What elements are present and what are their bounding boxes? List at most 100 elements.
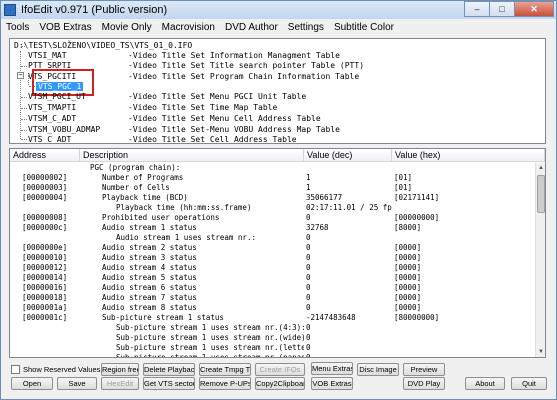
show-reserved-checkbox[interactable] <box>11 365 20 374</box>
cell-description: PGC (program chain): <box>90 163 181 172</box>
copy2clipboard-button[interactable]: Copy2Clipboard <box>255 377 305 390</box>
cell-value-dec: 0 <box>306 303 311 312</box>
cell-address: [00000014] <box>22 273 68 282</box>
menu-subtitle-color[interactable]: Subtitle Color <box>329 22 399 33</box>
table-row[interactable]: [0000001a] Audio stream 8 status 0 [0000] <box>10 303 536 313</box>
column-header-address[interactable]: Address <box>10 149 80 162</box>
cell-description: Audio stream 7 status <box>102 293 197 302</box>
table-row[interactable]: [00000012] Audio stream 4 status 0 [0000] <box>10 263 536 273</box>
tree-connector <box>21 119 27 120</box>
cell-description: Audio stream 8 status <box>102 303 197 312</box>
details-grid[interactable]: Address Description Value (dec) Value (h… <box>9 148 546 358</box>
table-row[interactable]: PGC (program chain): <box>10 163 536 173</box>
show-reserved-option[interactable]: Show Reserved Values <box>11 365 100 374</box>
cell-value-hex: [01] <box>394 183 413 192</box>
menu-settings[interactable]: Settings <box>283 22 329 33</box>
quit-button[interactable]: Quit <box>511 377 547 390</box>
tree-node-desc: -Video Title Set Program Chain Informati… <box>128 72 360 81</box>
table-row[interactable]: [00000010] Audio stream 3 status 0 [0000] <box>10 253 536 263</box>
table-row[interactable]: Sub-picture stream 1 uses stream nr.(pan… <box>10 353 536 357</box>
cell-description: Audio stream 5 status <box>102 273 197 282</box>
table-row[interactable]: [0000000c] Audio stream 1 status 32768 [800… <box>10 223 536 233</box>
cell-value-dec: 02:17:11.01 / 25 fps <box>306 203 392 212</box>
maximize-button[interactable]: □ <box>489 1 515 17</box>
hexedit-button[interactable]: HexEdit <box>101 377 139 390</box>
cell-value-dec: 32768 <box>306 223 329 232</box>
cell-description: Sub-picture stream 1 uses stream nr.(wid… <box>116 333 304 342</box>
ifo-tree[interactable]: D:\TEST\SLOŽENO\VIDEO_TS\VTS_01_0.IFO VT… <box>9 38 546 144</box>
vob-extras-button[interactable]: VOB Extras <box>311 377 353 390</box>
table-row[interactable]: [00000002] Number of Programs 1 [01] <box>10 173 536 183</box>
table-row[interactable]: Playback time (hh:mm:ss.frame) 02:17:11.0… <box>10 203 536 213</box>
grid-rows: PGC (program chain): [00000002] Number of … <box>10 163 536 357</box>
menu-macrovision[interactable]: Macrovision <box>157 22 220 33</box>
cell-address: [00000003] <box>22 183 68 192</box>
table-row[interactable]: [00000018] Audio stream 7 status 0 [0000] <box>10 293 536 303</box>
scroll-up-icon[interactable]: ▲ <box>536 163 545 173</box>
title-bar[interactable]: IfoEdit v0.971 (Public version) – □ ✕ <box>1 1 556 19</box>
cell-value-hex: [0000] <box>394 243 422 252</box>
save-button[interactable]: Save <box>57 377 97 390</box>
preview-button[interactable]: Preview <box>403 363 445 376</box>
cell-value-hex: [80000000] <box>394 313 440 322</box>
cell-address: [00000018] <box>22 293 68 302</box>
tree-node-desc: -Video Title Set Menu PGCI Unit Table <box>128 92 307 101</box>
column-header-description[interactable]: Description <box>80 149 304 162</box>
table-row[interactable]: Sub-picture stream 1 uses stream nr.(wid… <box>10 333 536 343</box>
create-ifos-button[interactable]: Create IFOs <box>255 363 305 376</box>
table-row[interactable]: [00000004] Playback time (BCD) 35066177 [02… <box>10 193 536 203</box>
tree-connector <box>21 139 27 140</box>
tree-node-vts-pgciti[interactable]: VTS_PGCITI -Video Title Set Program Chai… <box>28 71 545 82</box>
cell-description: Playback time (BCD) <box>102 193 188 202</box>
table-row[interactable]: [0000000e] Audio stream 2 status 0 [0000] <box>10 243 536 253</box>
menu-movie-only[interactable]: Movie Only <box>97 22 157 33</box>
remove-pups-button[interactable]: Remove P-UPs <box>199 377 251 390</box>
table-row[interactable]: Audio stream 1 uses stream nr.: 0 <box>10 233 536 243</box>
tree-node-label: VTS_C_ADT <box>28 135 72 144</box>
tree-node-vtsm-c-adt[interactable]: VTSM_C_ADT -Video Title Set Menu Cell Ad… <box>28 113 545 124</box>
tree-connector <box>21 108 27 109</box>
cell-address: [00000002] <box>22 173 68 182</box>
collapse-icon[interactable]: − <box>17 72 24 79</box>
cell-address: [00000008] <box>22 213 68 222</box>
scroll-down-icon[interactable]: ▼ <box>536 347 545 357</box>
tree-node-vtsm-pgci-ut[interactable]: VTSM_PGCI_UT -Video Title Set Menu PGCI … <box>28 91 545 102</box>
create-tmpg-button[interactable]: Create Tmpg T. <box>199 363 251 376</box>
cell-description: Sub-picture stream 1 uses stream nr.(let… <box>116 343 304 352</box>
about-button[interactable]: About <box>465 377 505 390</box>
menu-extras-button[interactable]: Menu Extras <box>311 362 353 375</box>
cell-address: [00000016] <box>22 283 68 292</box>
table-row[interactable]: [00000003] Number of Cells 1 [01] <box>10 183 536 193</box>
close-button[interactable]: ✕ <box>514 1 554 17</box>
disc-image-button[interactable]: Disc Image <box>357 363 399 376</box>
dvd-play-button[interactable]: DVD Play <box>403 377 445 390</box>
scroll-thumb[interactable] <box>537 175 545 213</box>
cell-description: Number of Cells <box>102 183 170 192</box>
region-free-button[interactable]: Region free <box>101 363 139 376</box>
minimize-button[interactable]: – <box>464 1 490 17</box>
vertical-scrollbar[interactable]: ▲ ▼ <box>535 163 545 357</box>
table-row[interactable]: [00000016] Audio stream 6 status 0 [0000] <box>10 283 536 293</box>
cell-value-dec: 0 <box>306 233 311 242</box>
tree-node-vts-c-adt[interactable]: VTS_C_ADT -Video Title Set Cell Address … <box>28 134 545 144</box>
column-header-value-hex[interactable]: Value (hex) <box>392 149 545 162</box>
menu-dvd-author[interactable]: DVD Author <box>220 22 283 33</box>
get-vts-sectors-button[interactable]: Get VTS sectors <box>143 377 195 390</box>
cell-value-hex: [0000] <box>394 263 422 272</box>
cell-value-dec: 0 <box>306 243 311 252</box>
column-header-value-dec[interactable]: Value (dec) <box>304 149 392 162</box>
cell-value-dec: 1 <box>306 173 311 182</box>
tree-node-desc: -Video Title Set Time Map Table <box>128 103 278 112</box>
table-row[interactable]: [00000008] Prohibited user operations 0 [00… <box>10 213 536 223</box>
table-row[interactable]: Sub-picture stream 1 uses stream nr.(4:3… <box>10 323 536 333</box>
tree-node-ptt-srpti[interactable]: PTT_SRPTI -Video Title Set Title search … <box>28 60 545 71</box>
cell-value-dec: 0 <box>306 293 311 302</box>
tree-node-vts-tmapti[interactable]: VTS_TMAPTI -Video Title Set Time Map Tab… <box>28 102 545 113</box>
table-row[interactable]: [0000001c] Sub-picture stream 1 status -21… <box>10 313 536 323</box>
menu-tools[interactable]: Tools <box>1 22 34 33</box>
table-row[interactable]: [00000014] Audio stream 5 status 0 [0000] <box>10 273 536 283</box>
delete-playback-button[interactable]: Delete Playback <box>143 363 195 376</box>
table-row[interactable]: Sub-picture stream 1 uses stream nr.(let… <box>10 343 536 353</box>
menu-vob-extras[interactable]: VOB Extras <box>34 22 96 33</box>
open-button[interactable]: Open <box>11 377 53 390</box>
